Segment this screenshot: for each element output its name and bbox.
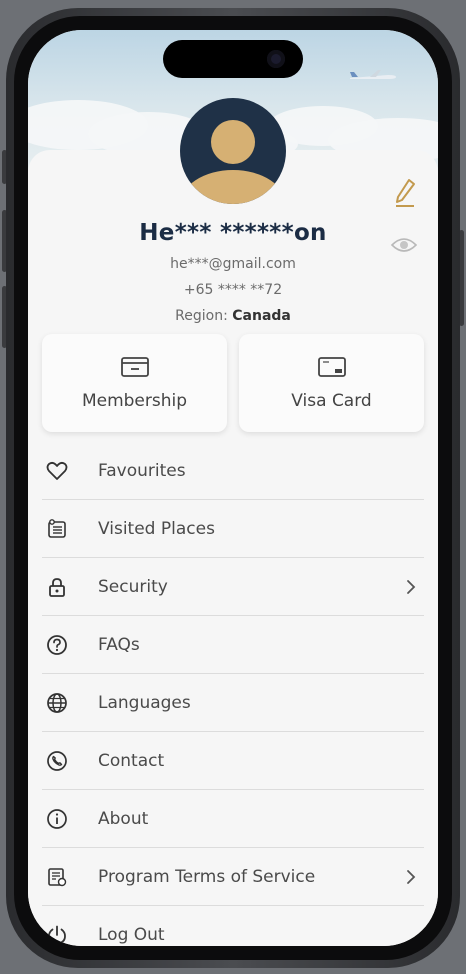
menu-item-security[interactable]: Security <box>28 558 438 616</box>
menu-item-faqs[interactable]: FAQs <box>28 616 438 674</box>
menu-item-label: FAQs <box>98 635 140 655</box>
question-icon <box>46 634 68 656</box>
camera-icon <box>267 50 285 68</box>
dynamic-island <box>163 40 303 78</box>
menu-item-label: Program Terms of Service <box>98 867 316 887</box>
visa-card-tile[interactable]: Visa Card <box>239 334 424 432</box>
menu-item-label: Visited Places <box>98 519 215 539</box>
menu-item-label: Favourites <box>98 461 186 481</box>
avatar[interactable] <box>180 98 286 204</box>
menu-item-contact[interactable]: Contact <box>28 732 438 790</box>
user-name: He*** ******on <box>139 220 327 246</box>
globe-icon <box>46 692 68 714</box>
user-phone: +65 **** **72 <box>183 282 283 298</box>
menu-item-program-terms[interactable]: Program Terms of Service <box>28 848 438 906</box>
membership-tile-label: Membership <box>81 391 188 411</box>
airplane-icon <box>350 70 396 79</box>
menu-item-about[interactable]: About <box>28 790 438 848</box>
terms-document-icon <box>46 866 68 888</box>
menu-item-label: Log Out <box>98 925 165 945</box>
settings-menu: Favourites Visited Places Security FAQs … <box>28 442 438 946</box>
menu-item-log-out[interactable]: Log Out <box>28 906 438 946</box>
visited-places-icon <box>46 518 68 540</box>
chevron-right-icon <box>407 580 416 594</box>
visa-card-icon <box>317 357 346 377</box>
membership-tile[interactable]: Membership <box>42 334 227 432</box>
phone-bezel: He*** ******on he***@gmail.com +65 **** … <box>14 16 452 960</box>
user-email: he***@gmail.com <box>170 256 296 272</box>
visa-card-tile-label: Visa Card <box>291 391 372 411</box>
user-region: Region: Canada <box>28 308 438 324</box>
quick-tiles: Membership Visa Card <box>42 334 424 432</box>
menu-item-languages[interactable]: Languages <box>28 674 438 732</box>
phone-icon <box>46 750 68 772</box>
phone-frame: He*** ******on he***@gmail.com +65 **** … <box>6 8 460 968</box>
menu-item-label: Languages <box>98 693 191 713</box>
menu-item-visited-places[interactable]: Visited Places <box>28 500 438 558</box>
power-icon <box>46 924 68 946</box>
menu-item-favourites[interactable]: Favourites <box>28 442 438 500</box>
region-value: Canada <box>232 308 291 324</box>
lock-icon <box>46 576 68 598</box>
membership-card-icon <box>120 357 149 377</box>
heart-icon <box>46 460 68 482</box>
chevron-right-icon <box>407 870 416 884</box>
menu-item-label: Contact <box>98 751 165 771</box>
avatar-body <box>180 170 286 204</box>
show-details-eye-icon[interactable] <box>390 236 418 254</box>
menu-item-label: Security <box>98 577 168 597</box>
region-label: Region: <box>175 308 228 324</box>
screen: He*** ******on he***@gmail.com +65 **** … <box>28 30 438 946</box>
edit-pencil-icon[interactable] <box>394 178 416 208</box>
avatar-head <box>211 120 255 164</box>
menu-item-label: About <box>98 809 149 829</box>
info-icon <box>46 808 68 830</box>
